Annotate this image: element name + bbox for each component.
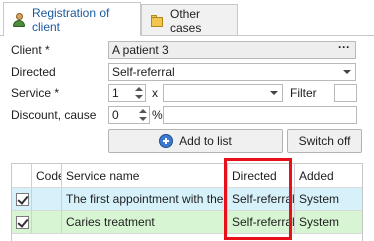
spin-arrows-icon[interactable]	[139, 109, 147, 121]
row-select-cell[interactable]	[12, 211, 32, 233]
directed-cell: Self-referral	[228, 188, 295, 210]
discount-value: 0	[112, 108, 119, 122]
filter-input[interactable]	[334, 84, 357, 102]
client-field[interactable]: A patient 3 ···	[108, 41, 356, 59]
service-quantity-stepper[interactable]: 1	[108, 84, 146, 102]
row-checkbox[interactable]	[16, 192, 29, 206]
client-label: Client *	[11, 43, 50, 57]
chevron-down-icon[interactable]	[343, 70, 351, 74]
filter-label: Filter	[290, 86, 317, 100]
column-header-directed[interactable]: Directed	[228, 164, 295, 187]
percent-label: %	[152, 108, 163, 122]
user-icon	[12, 12, 26, 27]
code-cell	[32, 211, 62, 233]
added-cell: System	[299, 192, 340, 206]
column-header-service-name[interactable]: Service name	[62, 164, 228, 187]
discount-label: Discount, cause	[11, 108, 97, 122]
row-checkbox[interactable]	[16, 215, 29, 229]
service-name-cell: The first appointment with the ...	[62, 188, 228, 210]
service-select[interactable]	[163, 84, 283, 102]
tab-label: Registration of client	[32, 5, 110, 34]
services-table: Code Service name Directed Added The fir…	[11, 163, 363, 241]
directed-select[interactable]: Self-referral	[108, 63, 356, 81]
add-to-list-label: Add to list	[179, 134, 232, 148]
tab-label: Other cases	[170, 6, 202, 35]
discount-cause-input[interactable]	[163, 106, 357, 124]
column-header-code[interactable]: Code	[32, 164, 62, 187]
row-select-cell[interactable]	[12, 188, 32, 210]
directed-label: Directed	[11, 65, 56, 79]
column-header-added[interactable]: Added	[295, 164, 362, 187]
column-header-select[interactable]	[12, 164, 32, 187]
chevron-down-icon[interactable]	[270, 91, 278, 95]
switch-off-label: Switch off	[298, 134, 351, 148]
client-value: A patient 3	[112, 43, 169, 57]
tab-other-cases[interactable]: Other cases	[141, 4, 238, 36]
table-row[interactable]: The first appointment with the ... Self-…	[12, 188, 362, 211]
service-label: Service *	[11, 86, 60, 100]
tab-bar: Registration of client Other cases	[0, 0, 374, 36]
spin-arrows-icon[interactable]	[135, 87, 143, 99]
tab-registration-of-client[interactable]: Registration of client	[3, 2, 141, 36]
discount-stepper[interactable]: 0	[108, 106, 150, 124]
plus-icon	[159, 134, 174, 148]
code-cell	[32, 188, 62, 210]
service-name-cell: Caries treatment	[62, 211, 228, 233]
table-header: Code Service name Directed Added	[12, 164, 362, 188]
browse-button[interactable]: ···	[338, 42, 350, 55]
folder-icon	[150, 14, 164, 28]
directed-cell: Self-referral	[228, 211, 295, 233]
add-to-list-button[interactable]: Add to list	[108, 129, 283, 153]
table-row[interactable]: Caries treatment Self-referral System	[12, 211, 362, 234]
multiply-label: x	[152, 86, 158, 100]
added-cell: System	[299, 215, 340, 229]
directed-value: Self-referral	[112, 65, 175, 79]
service-quantity-value: 1	[112, 86, 119, 100]
switch-off-button[interactable]: Switch off	[287, 129, 362, 153]
